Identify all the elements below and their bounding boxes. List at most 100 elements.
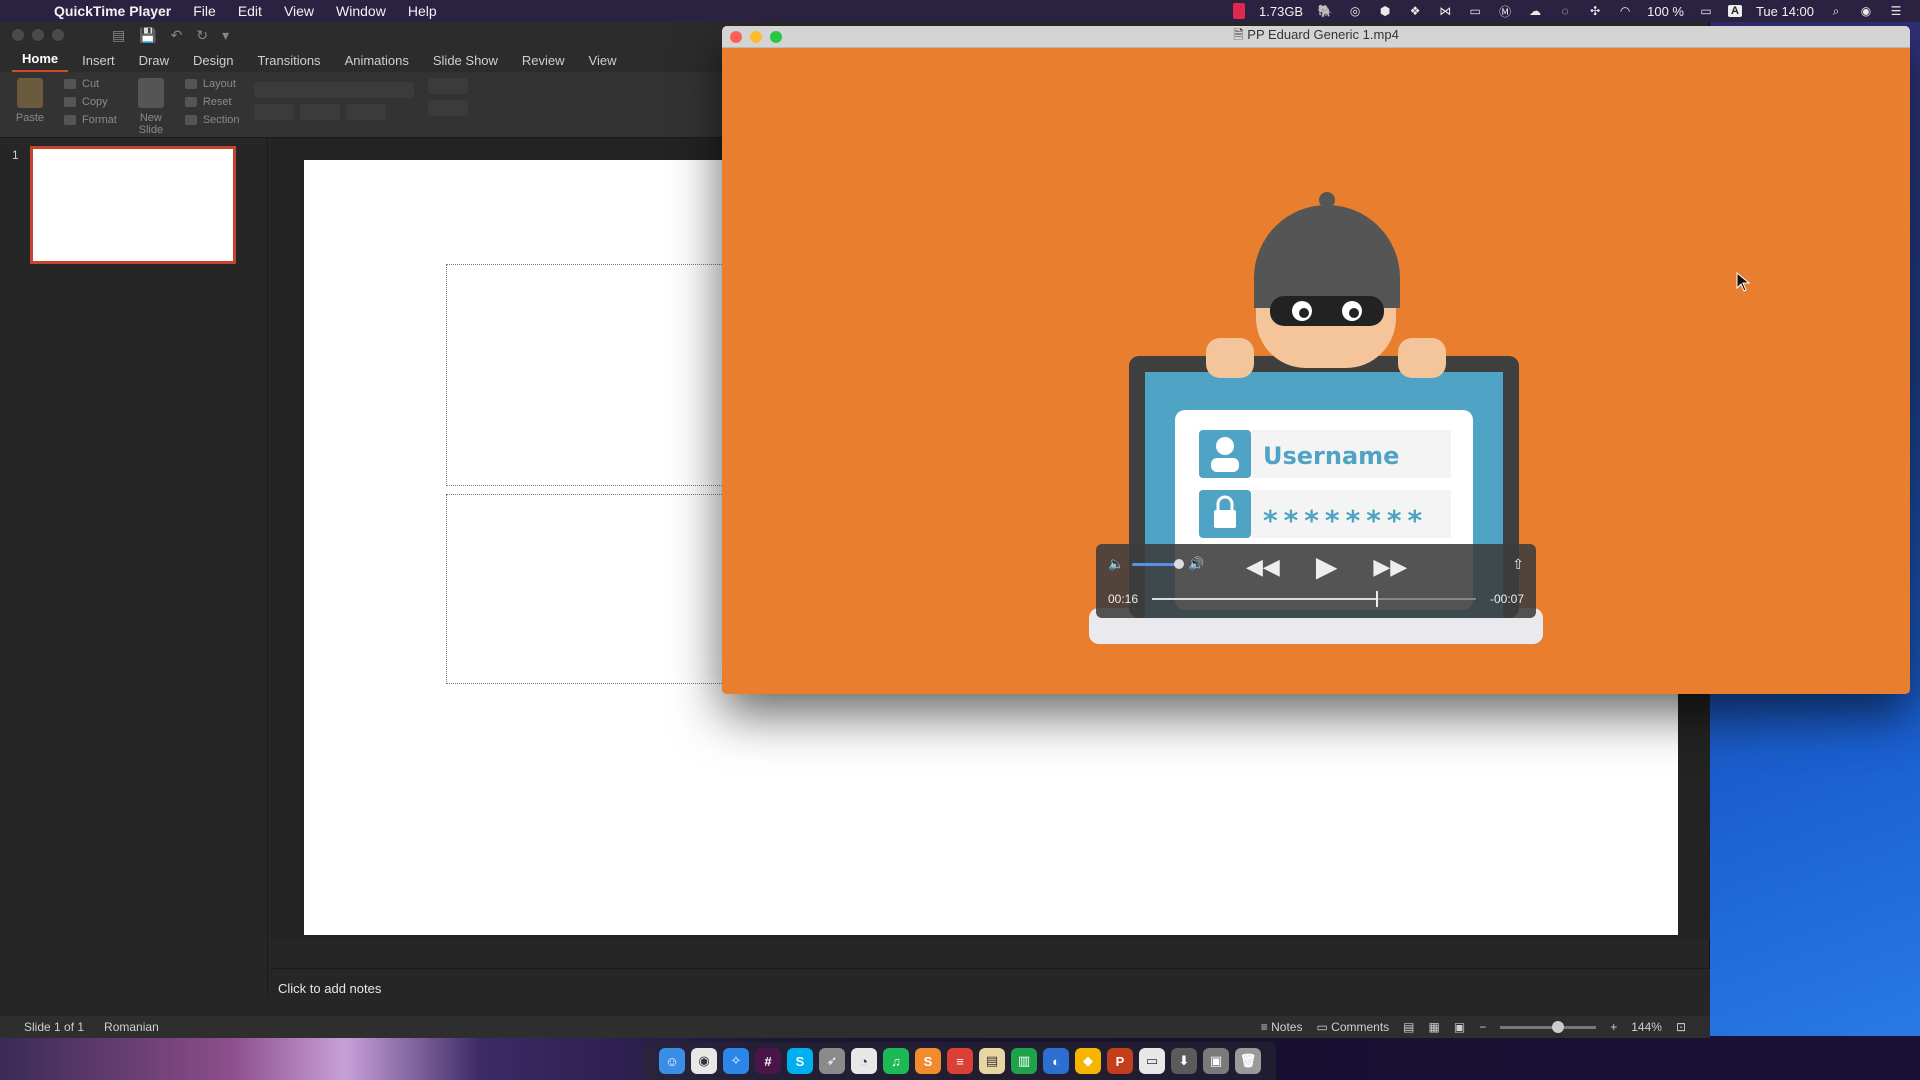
tab-view[interactable]: View: [579, 49, 627, 72]
customize-toolbar-icon[interactable]: ▾: [222, 27, 229, 44]
tab-insert[interactable]: Insert: [72, 49, 125, 72]
language[interactable]: Romanian: [104, 1020, 159, 1034]
dock-spotify-icon[interactable]: ♫: [883, 1048, 909, 1074]
cloud-icon[interactable]: ☁: [1527, 4, 1543, 18]
dock-safari-icon[interactable]: ✧: [723, 1048, 749, 1074]
scrubber-playhead[interactable]: [1375, 591, 1378, 607]
reading-view-icon[interactable]: ▣: [1454, 1020, 1465, 1034]
fit-to-window-icon[interactable]: ⊡: [1676, 1020, 1686, 1034]
notification-center-icon[interactable]: ☰: [1888, 4, 1904, 18]
spotlight-icon[interactable]: ⌕: [1828, 4, 1844, 18]
sidebar-toggle-icon[interactable]: ▤: [112, 27, 125, 44]
zoom-in-button[interactable]: +: [1610, 1020, 1617, 1034]
evernote-icon[interactable]: 🐘: [1317, 4, 1333, 18]
italic-button[interactable]: [299, 104, 340, 120]
dock-sublime-icon[interactable]: S: [915, 1048, 941, 1074]
network-speed[interactable]: 1.73GB: [1259, 4, 1303, 19]
menu-window[interactable]: Window: [336, 3, 386, 19]
battery-icon[interactable]: ▭: [1698, 4, 1714, 18]
slack-status-icon[interactable]: ✣: [1587, 4, 1603, 18]
dock-skype-icon[interactable]: S: [787, 1048, 813, 1074]
paste-button[interactable]: Paste: [10, 78, 50, 124]
backup-icon[interactable]: ⬢: [1377, 4, 1393, 18]
tab-draw[interactable]: Draw: [129, 49, 179, 72]
undo-icon[interactable]: ↶: [171, 27, 183, 44]
dock-chrome-icon[interactable]: ◉: [691, 1048, 717, 1074]
redo-icon[interactable]: ↻: [196, 27, 208, 44]
normal-view-icon[interactable]: ▤: [1403, 1020, 1414, 1034]
save-icon[interactable]: 💾: [139, 27, 156, 44]
tab-animations[interactable]: Animations: [335, 49, 419, 72]
notes-pane[interactable]: Click to add notes: [270, 968, 1710, 1016]
ppt-zoom-button[interactable]: [52, 29, 64, 41]
dock-trash-icon[interactable]: 🗑: [1235, 1048, 1261, 1074]
recording-icon[interactable]: [1233, 3, 1246, 19]
underline-button[interactable]: [345, 104, 386, 120]
dock-folder-icon[interactable]: ▣: [1203, 1048, 1229, 1074]
section-button[interactable]: Section: [184, 114, 240, 126]
layout-button[interactable]: Layout: [184, 78, 240, 90]
tab-home[interactable]: Home: [12, 47, 69, 72]
dock-preview-icon[interactable]: ▭: [1139, 1048, 1165, 1074]
slide-sorter-icon[interactable]: ▦: [1429, 1020, 1440, 1034]
zoom-out-button[interactable]: −: [1479, 1020, 1486, 1034]
menu-view[interactable]: View: [284, 3, 314, 19]
menu-app-name[interactable]: QuickTime Player: [54, 3, 171, 19]
slide-thumbnail-1[interactable]: [30, 146, 236, 264]
tab-slide-show[interactable]: Slide Show: [423, 49, 508, 72]
battery-percent[interactable]: 100 %: [1647, 4, 1684, 19]
butterfly-icon[interactable]: ⋈: [1437, 4, 1453, 18]
screen-icon[interactable]: ▭: [1467, 4, 1483, 18]
volume-mute-icon[interactable]: 🔈: [1108, 556, 1124, 572]
ppt-close-button[interactable]: [12, 29, 24, 41]
dock-pixelmator-icon[interactable]: ◐: [1043, 1048, 1069, 1074]
tab-transitions[interactable]: Transitions: [247, 49, 330, 72]
dock-numbers-icon[interactable]: ▥: [1011, 1048, 1037, 1074]
zoom-slider-knob[interactable]: [1552, 1020, 1565, 1033]
play-icon[interactable]: ▶: [1316, 550, 1338, 583]
menu-file[interactable]: File: [193, 3, 216, 19]
wifi-icon[interactable]: ◠: [1617, 4, 1633, 18]
dock-slack-icon[interactable]: #: [755, 1048, 781, 1074]
dock-launcher-icon[interactable]: ➶: [819, 1048, 845, 1074]
tab-design[interactable]: Design: [183, 49, 243, 72]
dock-powerpoint-icon[interactable]: P: [1107, 1048, 1133, 1074]
dock-sketch-icon[interactable]: ◆: [1075, 1048, 1101, 1074]
qt-titlebar[interactable]: 🗎 PP Eduard Generic 1.mp4: [722, 26, 1910, 48]
notes-toggle-button[interactable]: ≡ Notes: [1261, 1020, 1303, 1034]
reset-button[interactable]: Reset: [184, 96, 240, 108]
zoom-slider[interactable]: [1500, 1020, 1597, 1033]
clock[interactable]: Tue 14:00: [1756, 4, 1814, 19]
copy-button[interactable]: Copy: [64, 96, 117, 108]
cut-button[interactable]: Cut: [64, 78, 117, 90]
dock-timer-icon[interactable]: ◔: [851, 1048, 877, 1074]
dropbox-icon[interactable]: ❖: [1407, 4, 1423, 18]
align-button[interactable]: [427, 100, 468, 116]
rewind-icon[interactable]: ◀◀: [1246, 554, 1280, 580]
new-slide-button[interactable]: New Slide: [131, 78, 171, 136]
menu-edit[interactable]: Edit: [238, 3, 262, 19]
fast-forward-icon[interactable]: ▶▶: [1373, 554, 1407, 580]
dock-todoist-icon[interactable]: ≡: [947, 1048, 973, 1074]
volume-slider[interactable]: [1132, 558, 1185, 569]
scrubber-track[interactable]: [1152, 591, 1476, 607]
share-icon[interactable]: ⇧: [1512, 556, 1524, 573]
font-name-dropdown[interactable]: [253, 82, 414, 98]
creative-cloud-icon[interactable]: ◎: [1347, 4, 1363, 18]
zoom-level[interactable]: 144%: [1631, 1020, 1662, 1034]
dock-finder-icon[interactable]: ☺: [659, 1048, 685, 1074]
comments-toggle-button[interactable]: ▭ Comments: [1316, 1020, 1389, 1034]
volume-slider-knob[interactable]: [1174, 558, 1185, 569]
volume-max-icon[interactable]: 🔊: [1188, 556, 1204, 572]
dock-notes-icon[interactable]: ▤: [979, 1048, 1005, 1074]
video-frame[interactable]: Username ******** 🔈 🔊 ◀◀ ▶ ▶▶ ⇧ 00:16 -0…: [722, 48, 1910, 694]
ppt-minimize-button[interactable]: [32, 29, 44, 41]
dock-downloads-icon[interactable]: ⬇: [1171, 1048, 1197, 1074]
siri-icon[interactable]: ◉: [1858, 4, 1874, 18]
tab-review[interactable]: Review: [512, 49, 575, 72]
sync-icon[interactable]: ◌: [1557, 4, 1573, 18]
format-painter-button[interactable]: Format: [64, 114, 117, 126]
bullets-button[interactable]: [427, 78, 468, 94]
m-app-icon[interactable]: Ⓜ: [1497, 4, 1513, 19]
bold-button[interactable]: [253, 104, 294, 120]
